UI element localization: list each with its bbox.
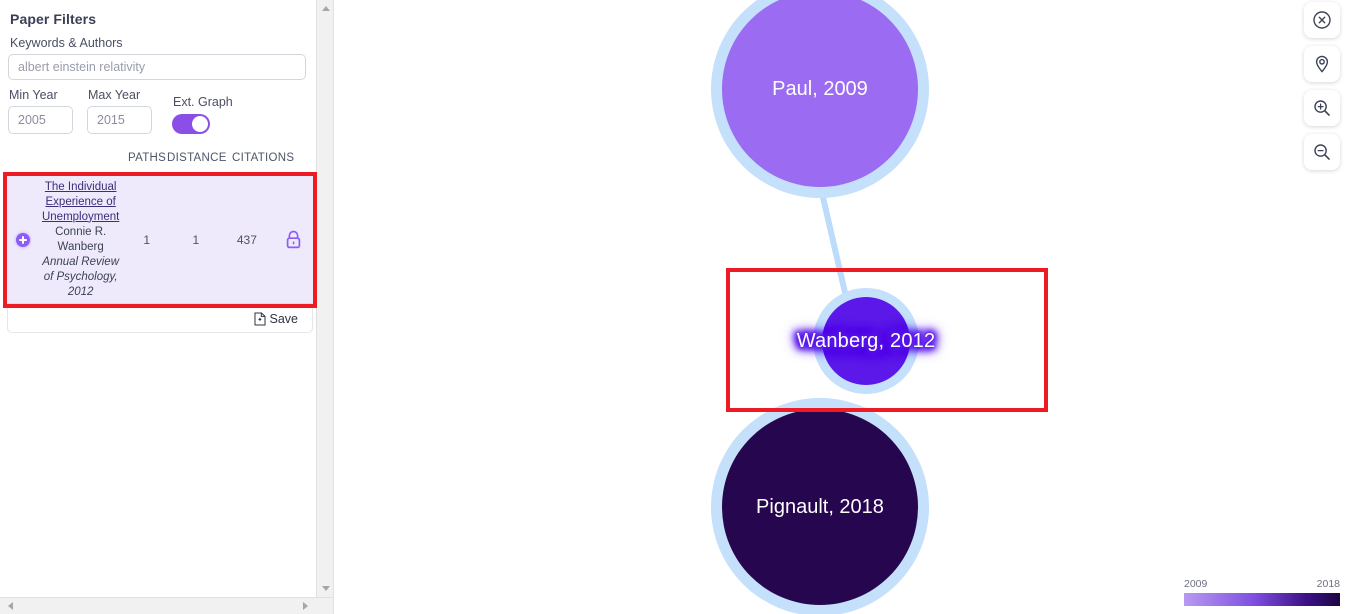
sidebar-vertical-scrollbar[interactable] [316, 0, 333, 597]
access-status-cell[interactable] [273, 230, 313, 249]
sidebar-horizontal-scrollbar[interactable] [0, 597, 333, 614]
column-header-citations[interactable]: CITATIONS [232, 152, 294, 164]
scrollbar-corner [317, 598, 333, 614]
max-year-input[interactable] [87, 106, 152, 134]
lock-icon[interactable] [285, 230, 302, 249]
map-pin-icon [1315, 55, 1329, 73]
column-header-paths[interactable]: PATHS [128, 152, 166, 164]
column-header-distance[interactable]: DISTANCE [167, 152, 227, 164]
scroll-left-arrow[interactable] [2, 598, 19, 614]
legend-max-label: 2018 [1316, 578, 1340, 590]
save-button[interactable]: Save [254, 311, 299, 326]
ext-graph-group: Ext. Graph [172, 95, 233, 134]
paper-distance-value: 1 [192, 232, 200, 247]
paper-info-cell: The Individual Experience of Unemploymen… [39, 180, 122, 300]
clear-selection-button[interactable] [1304, 2, 1340, 38]
min-year-input[interactable] [8, 106, 73, 134]
paper-title-link[interactable]: The Individual Experience of Unemploymen… [39, 180, 122, 225]
legend-labels: 2009 2018 [1184, 578, 1340, 590]
node-label: Paul, 2009 [772, 77, 868, 100]
save-bar: Save [7, 305, 313, 333]
triangle-right-icon [303, 602, 308, 610]
zoom-in-icon [1314, 100, 1330, 116]
zoom-in-button[interactable] [1304, 90, 1340, 126]
add-to-graph-cell[interactable] [7, 232, 39, 247]
scroll-up-arrow[interactable] [317, 0, 333, 17]
triangle-up-icon [321, 6, 330, 11]
graph-node-paul[interactable]: Paul, 2009 [711, 0, 929, 198]
paper-paths-value: 1 [143, 232, 151, 247]
legend-min-label: 2009 [1184, 578, 1208, 590]
graph-node-pignault[interactable]: Pignault, 2018 [711, 398, 929, 614]
scroll-right-arrow[interactable] [297, 598, 314, 614]
triangle-down-icon [321, 586, 330, 591]
year-filter-row: Min Year Max Year Ext. Graph [8, 88, 310, 134]
legend-gradient-bar [1184, 593, 1340, 606]
year-color-legend: 2009 2018 [1184, 578, 1340, 606]
plus-circle-icon[interactable] [16, 232, 31, 247]
paper-citations-value: 437 [236, 232, 257, 247]
zoom-out-button[interactable] [1304, 134, 1340, 170]
app-root: Paper Filters Keywords & Authors Min Yea… [0, 0, 1352, 614]
save-label: Save [269, 311, 299, 326]
min-year-group: Min Year [8, 88, 73, 134]
max-year-group: Max Year [87, 88, 152, 134]
sidebar-content: Paper Filters Keywords & Authors Min Yea… [0, 0, 318, 600]
locate-button[interactable] [1304, 46, 1340, 82]
graph-toolbar [1304, 2, 1340, 178]
node-label: Pignault, 2018 [756, 495, 884, 518]
min-year-label: Min Year [9, 88, 58, 102]
table-row[interactable]: The Individual Experience of Unemploymen… [7, 176, 313, 304]
results-table-header: PATHS DISTANCE CITATIONS [8, 152, 310, 174]
ext-graph-label: Ext. Graph [173, 95, 233, 109]
graph-node-wanberg[interactable]: Wanberg, 2012 [797, 288, 935, 394]
node-label: Wanberg, 2012 [796, 329, 936, 352]
graph-edge-paul-wanberg [819, 192, 850, 299]
scroll-down-arrow[interactable] [317, 580, 333, 597]
circle-x-icon [1313, 11, 1331, 29]
graph-canvas[interactable]: Paul, 2009 Wanberg, 2012 Pignault, 2018 [334, 0, 1352, 614]
triangle-left-icon [8, 602, 13, 610]
toggle-knob [192, 116, 208, 132]
paper-authors: Connie R. Wanberg [55, 225, 107, 253]
max-year-label: Max Year [88, 88, 141, 102]
paper-venue: Annual Review of Psychology, 2012 [42, 255, 120, 298]
save-document-icon [254, 312, 265, 325]
zoom-out-icon [1314, 144, 1330, 160]
ext-graph-toggle[interactable] [172, 114, 210, 134]
page-title: Paper Filters [10, 11, 97, 27]
keywords-label: Keywords & Authors [10, 36, 123, 50]
paper-filters-sidebar: Paper Filters Keywords & Authors Min Yea… [0, 0, 334, 614]
keywords-input[interactable] [8, 54, 306, 80]
